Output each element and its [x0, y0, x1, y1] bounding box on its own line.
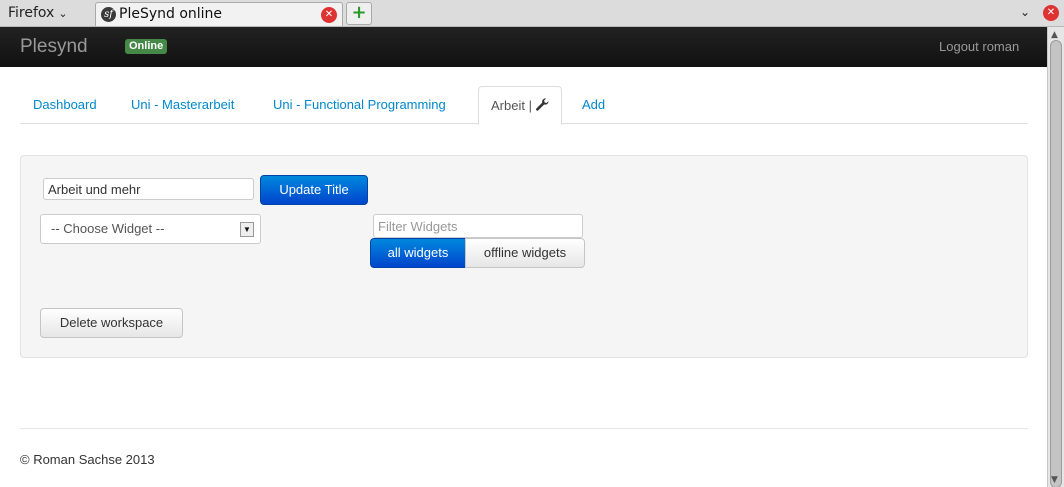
logout-link[interactable]: Logout roman [939, 39, 1019, 54]
new-tab-button[interactable]: + [346, 2, 372, 25]
list-all-tabs-icon[interactable]: ⌄ [1020, 5, 1030, 19]
workspace-title-input[interactable] [43, 178, 254, 200]
footer-copyright: © Roman Sachse 2013 [20, 452, 155, 467]
scroll-up-icon[interactable]: ▲ [1051, 30, 1058, 40]
firefox-menu-label: Firefox [8, 5, 55, 21]
tab-uni-masterarbeit[interactable]: Uni - Masterarbeit [131, 86, 234, 124]
delete-workspace-button[interactable]: Delete workspace [40, 308, 183, 338]
firefox-menu-button[interactable]: Firefox ⌄ [8, 5, 68, 21]
brand-link[interactable]: Plesynd [20, 36, 88, 58]
filter-widgets-input[interactable] [373, 214, 583, 238]
tab-arbeit-label: Arbeit | [491, 98, 532, 113]
page-scrollbar[interactable]: ▲ ▼ [1047, 27, 1064, 487]
browser-tab[interactable]: sf PleSynd online ✕ [95, 2, 343, 26]
navbar: Plesynd Online Logout roman [0, 27, 1047, 67]
workspace-settings-panel: Update Title -- Choose Widget -- ▼ all w… [20, 155, 1028, 358]
favicon-icon: sf [101, 7, 116, 22]
scroll-down-icon[interactable]: ▼ [1051, 475, 1058, 485]
chevron-down-icon: ⌄ [58, 6, 68, 20]
tab-dashboard[interactable]: Dashboard [33, 86, 97, 124]
tab-add[interactable]: Add [582, 86, 605, 124]
all-widgets-button[interactable]: all widgets [370, 238, 466, 268]
scrollbar-thumb[interactable] [1050, 40, 1062, 487]
choose-widget-label: -- Choose Widget -- [51, 221, 165, 236]
footer-divider [20, 428, 1028, 429]
offline-widgets-button[interactable]: offline widgets [465, 238, 585, 268]
wrench-icon[interactable] [536, 87, 549, 125]
dropdown-arrow-icon: ▼ [240, 222, 254, 237]
tab-arbeit[interactable]: Arbeit | [478, 86, 562, 125]
window-close-icon[interactable]: ✕ [1043, 5, 1059, 21]
workspace-tabs: Dashboard Uni - Masterarbeit Uni - Funct… [20, 86, 1028, 125]
browser-toolbar: Firefox ⌄ sf PleSynd online ✕ + ⌄ ✕ [0, 0, 1064, 27]
browser-tab-title: PleSynd online [119, 6, 223, 22]
update-title-button[interactable]: Update Title [260, 175, 368, 205]
tab-uni-functional-programming[interactable]: Uni - Functional Programming [273, 86, 446, 124]
status-badge: Online [125, 39, 168, 54]
choose-widget-select[interactable]: -- Choose Widget -- ▼ [40, 214, 261, 244]
close-tab-icon[interactable]: ✕ [321, 7, 337, 23]
